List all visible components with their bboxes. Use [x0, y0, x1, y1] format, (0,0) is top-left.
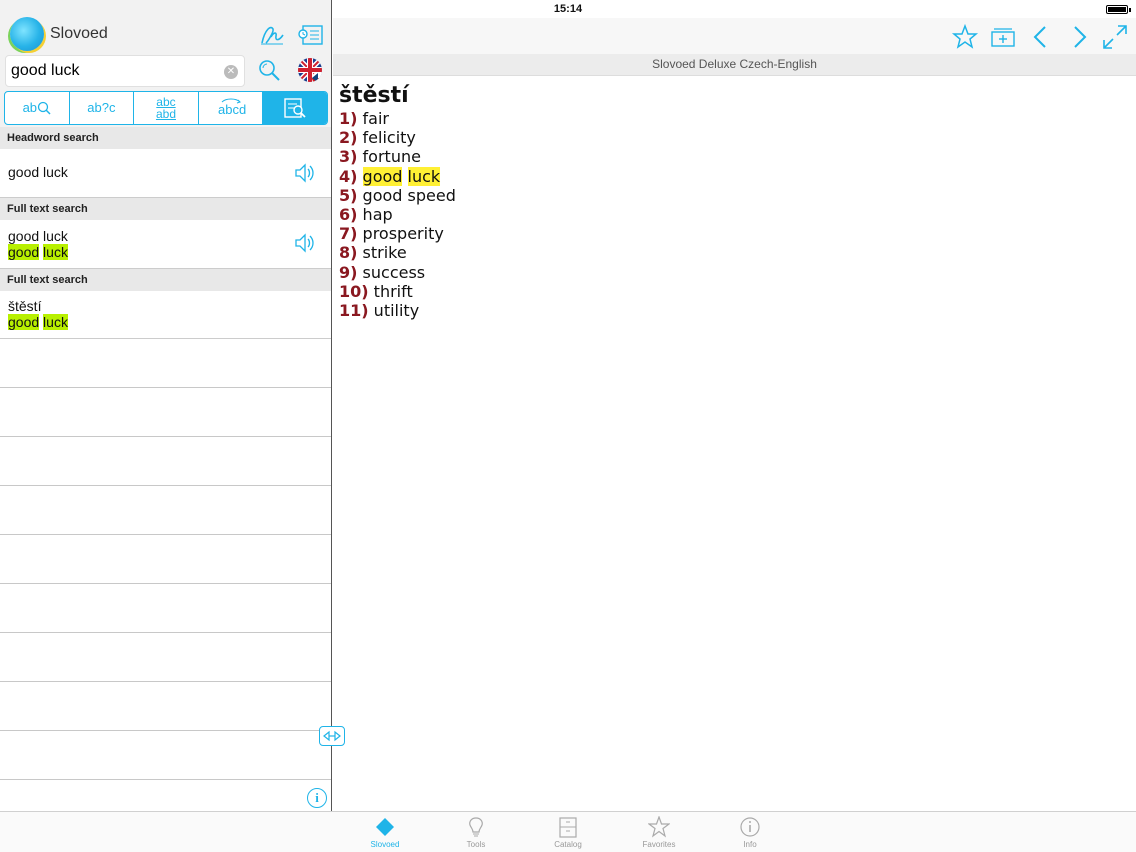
- full-text-search-header: Full text search: [0, 198, 331, 220]
- app-name: Slovoed: [50, 25, 108, 42]
- headword-search-header: Headword search: [0, 127, 331, 149]
- tab-bar: Slovoed Tools Catalog Favorites Info: [0, 811, 1136, 852]
- forward-arrow-icon[interactable]: [1065, 23, 1093, 51]
- empty-list-row: [0, 535, 331, 584]
- star-icon: [648, 816, 670, 838]
- empty-list-row: [0, 437, 331, 486]
- empty-list-row: [0, 339, 331, 388]
- full-text-search-mode-button[interactable]: [263, 92, 327, 124]
- sense-item-highlighted: 4) good luck: [339, 166, 441, 186]
- sense-item: 10) thrift: [339, 281, 413, 301]
- search-panel: Slovoed ✕ ab ab?: [0, 0, 332, 812]
- empty-list-row: [0, 780, 331, 811]
- tab-favorites[interactable]: Favorites: [629, 816, 689, 852]
- history-icon[interactable]: [298, 22, 324, 48]
- tab-tools[interactable]: Tools: [446, 816, 506, 852]
- search-field[interactable]: ✕: [5, 55, 245, 87]
- sense-item: 2) felicity: [339, 128, 416, 148]
- tab-catalog[interactable]: Catalog: [538, 816, 598, 852]
- slovoed-tab-icon: [376, 818, 394, 836]
- magnifier-icon: [37, 101, 51, 115]
- sense-item: 9) success: [339, 262, 426, 282]
- brand: Slovoed: [10, 17, 108, 51]
- empty-list-row: [0, 388, 331, 437]
- panel-resize-handle[interactable]: [319, 726, 345, 746]
- anagram-search-mode-button[interactable]: abcd: [199, 92, 264, 124]
- tab-slovoed[interactable]: Slovoed: [355, 816, 415, 852]
- result-title: good luck: [8, 228, 68, 244]
- info-icon[interactable]: i: [307, 788, 327, 808]
- empty-list-row: [0, 731, 331, 780]
- wildcard-search-mode-button[interactable]: ab?c: [70, 92, 135, 124]
- lightbulb-icon: [469, 817, 483, 837]
- info-tab-icon: [740, 817, 760, 837]
- language-flag-icon[interactable]: [298, 58, 322, 82]
- sense-item: 8) strike: [339, 243, 407, 263]
- headword: štěstí: [339, 83, 409, 108]
- result-title: good luck: [8, 164, 68, 180]
- dictionary-title: Slovoed Deluxe Czech-English: [333, 54, 1136, 76]
- sense-item: 5) good speed: [339, 185, 456, 205]
- word-search-mode-button[interactable]: ab: [5, 92, 70, 124]
- sense-item: 7) prosperity: [339, 224, 444, 244]
- result-match: good luck: [8, 244, 68, 260]
- favorite-star-icon[interactable]: [951, 23, 979, 51]
- search-icon[interactable]: [256, 58, 282, 84]
- speaker-icon[interactable]: [293, 162, 315, 184]
- clear-search-icon[interactable]: ✕: [224, 65, 238, 79]
- fuzzy-search-mode-button[interactable]: abc abd: [134, 92, 199, 124]
- result-title: štěstí: [8, 298, 42, 314]
- tab-info[interactable]: Info: [720, 816, 780, 852]
- sense-item: 1) fair: [339, 109, 390, 128]
- anagram-icon: abcd: [218, 98, 246, 117]
- empty-list-row: [0, 682, 331, 731]
- full-text-search-icon: [284, 98, 306, 118]
- search-mode-selector: ab ab?c abc abd abcd: [4, 91, 328, 125]
- sense-item: 11) utility: [339, 301, 420, 321]
- handwriting-icon[interactable]: [259, 22, 285, 48]
- result-row-fulltext[interactable]: štěstí good luck: [0, 291, 331, 339]
- add-card-icon[interactable]: [989, 23, 1017, 51]
- article-content: štěstí 1) fair 2) felicity 3) fortune 4)…: [339, 83, 456, 320]
- empty-list-row: [0, 486, 331, 535]
- sense-item: 3) fortune: [339, 147, 421, 167]
- result-match: good luck: [8, 314, 68, 330]
- article-toolbar: [333, 18, 1136, 54]
- cabinet-icon: [559, 817, 577, 838]
- empty-list-row: [0, 584, 331, 633]
- result-row-fulltext[interactable]: good luck good luck: [0, 220, 331, 269]
- anagram-label: abcd: [218, 102, 246, 117]
- result-row-headword[interactable]: good luck: [0, 149, 331, 198]
- sense-item: 6) hap: [339, 205, 393, 225]
- empty-list-row: [0, 633, 331, 682]
- speaker-icon[interactable]: [293, 232, 315, 254]
- full-text-search-header: Full text search: [0, 269, 331, 291]
- search-input[interactable]: [6, 56, 216, 86]
- slovoed-logo-icon: [10, 17, 44, 51]
- battery-icon: [1106, 5, 1131, 14]
- back-arrow-icon[interactable]: [1027, 23, 1055, 51]
- fullscreen-icon[interactable]: [1101, 23, 1129, 51]
